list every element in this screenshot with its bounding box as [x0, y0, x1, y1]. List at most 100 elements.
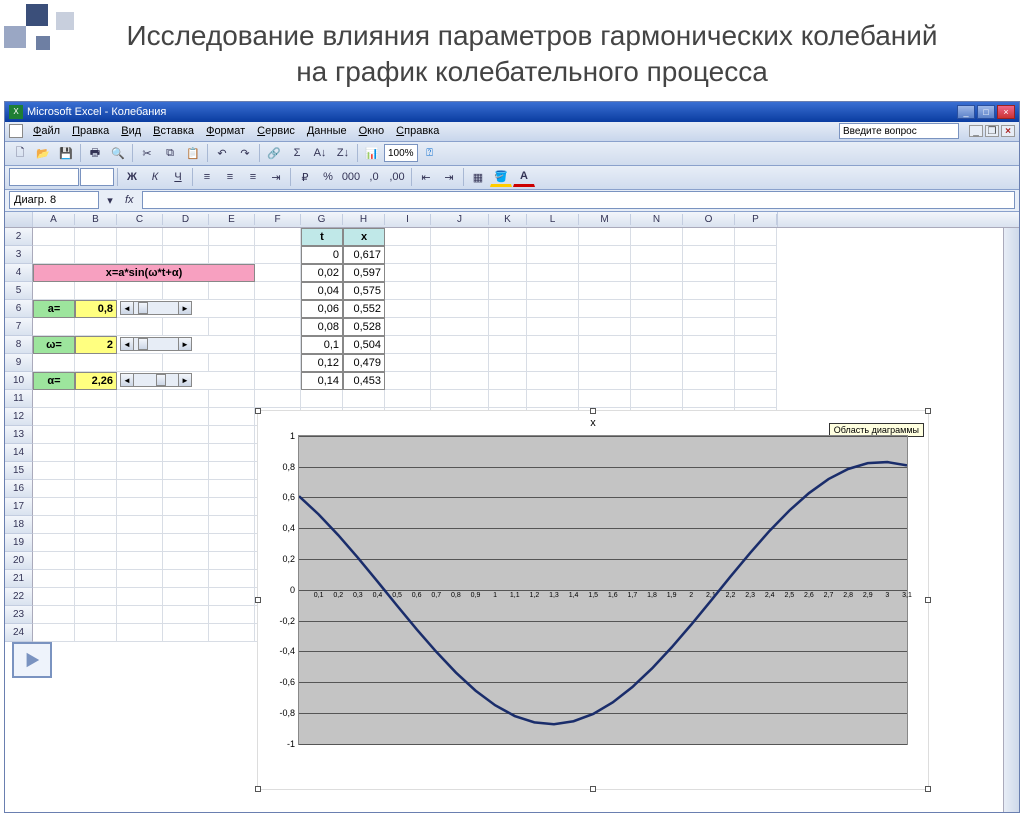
cell-B15[interactable]	[75, 462, 117, 480]
cell-B24[interactable]	[75, 624, 117, 642]
col-header-F[interactable]: F	[255, 214, 301, 225]
cell-J6[interactable]	[431, 300, 489, 318]
help-search-input[interactable]	[839, 123, 959, 139]
cell-C12[interactable]	[117, 408, 163, 426]
sort-asc-icon[interactable]: A↓	[309, 143, 331, 163]
cell-C7[interactable]	[117, 318, 163, 336]
cell-B3[interactable]	[75, 246, 117, 264]
menu-Вид[interactable]: Вид	[115, 123, 147, 139]
cell-D3[interactable]	[163, 246, 209, 264]
cell-B18[interactable]	[75, 516, 117, 534]
cell-A13[interactable]	[33, 426, 75, 444]
cell-O8[interactable]	[683, 336, 735, 354]
cell-O2[interactable]	[683, 228, 735, 246]
window-close-button[interactable]: ×	[997, 105, 1015, 119]
name-box[interactable]: Диагр. 8	[9, 191, 99, 209]
doc-close-button[interactable]: ×	[1001, 125, 1015, 137]
param-slider[interactable]: ◄►	[120, 301, 192, 315]
cell-B23[interactable]	[75, 606, 117, 624]
cell-G9[interactable]: 0,12	[301, 354, 343, 372]
cell-C17[interactable]	[117, 498, 163, 516]
cell-I9[interactable]	[385, 354, 431, 372]
titlebar[interactable]: X Microsoft Excel - Колебания _ □ ×	[5, 102, 1019, 122]
row-header-9[interactable]: 9	[5, 354, 33, 372]
cell-C2[interactable]	[117, 228, 163, 246]
cell-K7[interactable]	[489, 318, 527, 336]
cell-P2[interactable]	[735, 228, 777, 246]
col-header-H[interactable]: H	[343, 214, 385, 225]
help-icon[interactable]: ⍰	[419, 143, 441, 163]
param-slider[interactable]: ◄►	[120, 373, 192, 387]
align-left-icon[interactable]: ≡	[196, 167, 218, 187]
param-slider[interactable]: ◄►	[120, 337, 192, 351]
paste-icon[interactable]: 📋	[182, 143, 204, 163]
row-header-12[interactable]: 12	[5, 408, 33, 426]
cell-P3[interactable]	[735, 246, 777, 264]
col-header-I[interactable]: I	[385, 214, 431, 225]
fill-color-icon[interactable]: 🪣	[490, 167, 512, 187]
menu-Вставка[interactable]: Вставка	[147, 123, 200, 139]
row-header-13[interactable]: 13	[5, 426, 33, 444]
cell-F7[interactable]	[255, 318, 301, 336]
embedded-chart[interactable]: x Область диаграммы -1-0,8-0,6-0,4-0,200…	[257, 410, 929, 790]
cell-E23[interactable]	[209, 606, 255, 624]
cell-P10[interactable]	[735, 372, 777, 390]
row-header-21[interactable]: 21	[5, 570, 33, 588]
cell-E17[interactable]	[209, 498, 255, 516]
cell-K3[interactable]	[489, 246, 527, 264]
cell-D17[interactable]	[163, 498, 209, 516]
window-maximize-button[interactable]: □	[977, 105, 995, 119]
col-header-M[interactable]: M	[579, 214, 631, 225]
cell-P7[interactable]	[735, 318, 777, 336]
cell-C21[interactable]	[117, 570, 163, 588]
cell-O7[interactable]	[683, 318, 735, 336]
cell-L9[interactable]	[527, 354, 579, 372]
increase-indent-icon[interactable]: ⇥	[438, 167, 460, 187]
cell-E24[interactable]	[209, 624, 255, 642]
cell-A17[interactable]	[33, 498, 75, 516]
cell-B10[interactable]: 2,26	[75, 372, 117, 390]
slider-right-icon[interactable]: ►	[178, 337, 192, 351]
cell-E22[interactable]	[209, 588, 255, 606]
cell-F9[interactable]	[255, 354, 301, 372]
row-header-10[interactable]: 10	[5, 372, 33, 390]
play-button[interactable]	[12, 642, 52, 678]
menu-Сервис[interactable]: Сервис	[251, 123, 301, 139]
cell-I3[interactable]	[385, 246, 431, 264]
cell-C14[interactable]	[117, 444, 163, 462]
cell-E16[interactable]	[209, 480, 255, 498]
cell-B6[interactable]: 0,8	[75, 300, 117, 318]
cell-A24[interactable]	[33, 624, 75, 642]
cell-G7[interactable]: 0,08	[301, 318, 343, 336]
cell-N6[interactable]	[631, 300, 683, 318]
cell-C22[interactable]	[117, 588, 163, 606]
cell-E19[interactable]	[209, 534, 255, 552]
cell-D22[interactable]	[163, 588, 209, 606]
cell-F11[interactable]	[255, 390, 301, 408]
cell-M5[interactable]	[579, 282, 631, 300]
chart-plot-area[interactable]: -1-0,8-0,6-0,4-0,200,20,40,60,81 0,10,20…	[298, 435, 908, 745]
cell-N9[interactable]	[631, 354, 683, 372]
cell-J3[interactable]	[431, 246, 489, 264]
cell-N7[interactable]	[631, 318, 683, 336]
cell-J2[interactable]	[431, 228, 489, 246]
cell-H9[interactable]: 0,479	[343, 354, 385, 372]
cell-A23[interactable]	[33, 606, 75, 624]
cell-C10[interactable]: ◄►	[117, 372, 255, 390]
row-header-20[interactable]: 20	[5, 552, 33, 570]
cell-A6[interactable]: a=	[33, 300, 75, 318]
cell-B17[interactable]	[75, 498, 117, 516]
col-header-C[interactable]: C	[117, 214, 163, 225]
cell-E21[interactable]	[209, 570, 255, 588]
open-icon[interactable]: 📂	[32, 143, 54, 163]
cell-B13[interactable]	[75, 426, 117, 444]
cell-E3[interactable]	[209, 246, 255, 264]
fontsize-combo[interactable]	[80, 168, 114, 186]
cell-C9[interactable]	[117, 354, 163, 372]
comma-icon[interactable]: 000	[340, 167, 362, 187]
cell-G3[interactable]: 0	[301, 246, 343, 264]
col-header-E[interactable]: E	[209, 214, 255, 225]
cell-B11[interactable]	[75, 390, 117, 408]
cell-M2[interactable]	[579, 228, 631, 246]
cell-B7[interactable]	[75, 318, 117, 336]
